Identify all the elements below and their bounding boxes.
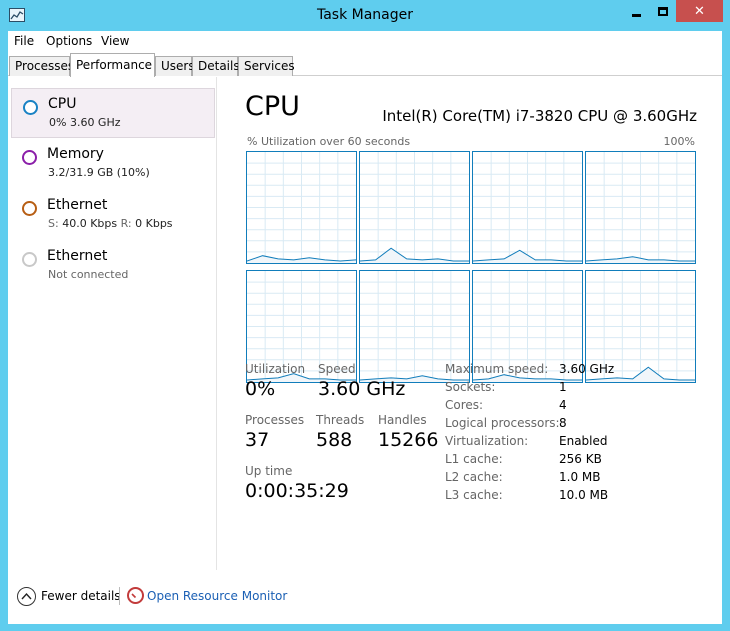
utilization-label: Utilization	[245, 362, 306, 376]
cpu-indicator-icon	[23, 100, 38, 115]
utilization-graph-max: 100%	[663, 135, 695, 148]
threads-value: 588	[316, 429, 353, 451]
tab-strip: Processes Performance Users Details Serv…	[8, 53, 722, 77]
close-button[interactable]: ✕	[676, 0, 723, 22]
speed-label: Speed	[318, 362, 356, 376]
tab-services[interactable]: Services	[238, 56, 295, 76]
spec-value-virtualization: Enabled	[559, 434, 608, 448]
spec-label-max-speed: Maximum speed:	[445, 362, 549, 376]
spec-label-cores: Cores:	[445, 398, 484, 412]
spec-value-sockets: 1	[559, 380, 567, 394]
threads-label: Threads	[316, 413, 365, 427]
sidebar-item-subtitle: 0% 3.60 GHz	[49, 116, 121, 129]
sidebar-item-title: CPU	[48, 96, 77, 112]
receive-label: R:	[120, 217, 132, 230]
send-label: S:	[48, 217, 59, 230]
receive-value: 0 Kbps	[135, 217, 173, 230]
minimize-icon	[631, 13, 641, 17]
spec-label-l1-cache: L1 cache:	[445, 452, 503, 466]
footer-bar: Fewer details Open Resource Monitor	[8, 570, 722, 624]
sidebar-item-title: Ethernet	[47, 197, 108, 213]
menu-bar: File Options View	[8, 31, 722, 53]
sidebar-item-ethernet-1[interactable]: Ethernet S: 40.0 Kbps R: 0 Kbps	[11, 190, 215, 240]
utilization-graph-label: % Utilization over 60 seconds	[247, 135, 411, 148]
minimize-button[interactable]	[623, 0, 649, 22]
footer-divider	[119, 587, 120, 605]
title-bar[interactable]: Task Manager ✕	[0, 0, 730, 31]
spec-value-max-speed: 3.60 GHz	[559, 362, 615, 376]
resource-monitor-icon[interactable]	[127, 587, 144, 604]
client-area: File Options View Processes Performance …	[8, 31, 722, 624]
maximize-button[interactable]	[649, 0, 676, 22]
spec-value-l1-cache: 256 KB	[559, 452, 602, 466]
speed-value: 3.60 GHz	[318, 378, 406, 400]
sidebar-item-subtitle: S: 40.0 Kbps R: 0 Kbps	[48, 217, 173, 230]
tab-performance[interactable]: Performance	[70, 53, 155, 77]
open-resource-monitor-link[interactable]: Open Resource Monitor	[147, 589, 287, 603]
menu-file[interactable]: File	[14, 34, 34, 48]
chevron-up-icon[interactable]	[17, 587, 36, 606]
spec-label-sockets: Sockets:	[445, 380, 496, 394]
sidebar-item-subtitle: 3.2/31.9 GB (10%)	[48, 166, 150, 179]
spec-value-l3-cache: 10.0 MB	[559, 488, 609, 502]
sidebar-item-title: Memory	[47, 146, 104, 162]
uptime-value: 0:00:35:29	[245, 480, 349, 502]
spec-value-l2-cache: 1.0 MB	[559, 470, 601, 484]
spec-label-virtualization: Virtualization:	[445, 434, 529, 448]
send-value: 40.0 Kbps	[62, 217, 118, 230]
memory-indicator-icon	[22, 150, 37, 165]
cpu-core-graph	[359, 151, 470, 264]
task-manager-window: Task Manager ✕ File Options View Process…	[0, 0, 730, 631]
handles-value: 15266	[378, 429, 439, 451]
spec-value-cores: 4	[559, 398, 567, 412]
maximize-icon	[657, 6, 668, 16]
spec-label-l3-cache: L3 cache:	[445, 488, 503, 502]
close-icon: ✕	[694, 3, 705, 19]
cpu-core-graph	[246, 151, 357, 264]
processes-value: 37	[245, 429, 270, 451]
sidebar-item-subtitle: Not connected	[48, 268, 129, 281]
fewer-details-button[interactable]: Fewer details	[41, 589, 121, 603]
spec-label-l2-cache: L2 cache:	[445, 470, 503, 484]
ethernet-indicator-icon	[22, 252, 37, 267]
uptime-label: Up time	[245, 464, 293, 478]
cpu-core-graph	[585, 151, 696, 264]
processes-label: Processes	[245, 413, 305, 427]
sidebar-item-title: Ethernet	[47, 248, 108, 264]
menu-view[interactable]: View	[101, 34, 129, 48]
sidebar-item-memory[interactable]: Memory 3.2/31.9 GB (10%)	[11, 139, 215, 189]
cpu-model-name: Intel(R) Core(TM) i7-3820 CPU @ 3.60GHz	[382, 107, 697, 125]
handles-label: Handles	[378, 413, 427, 427]
resource-sidebar: CPU 0% 3.60 GHz Memory 3.2/31.9 GB (10%)…	[8, 77, 217, 570]
page-title: CPU	[245, 91, 300, 122]
sidebar-item-cpu[interactable]: CPU 0% 3.60 GHz	[11, 88, 215, 138]
spec-value-logical-processors: 8	[559, 416, 567, 430]
cpu-core-graph	[472, 151, 583, 264]
tab-users[interactable]: Users	[155, 56, 195, 76]
performance-panel: CPU 0% 3.60 GHz Memory 3.2/31.9 GB (10%)…	[8, 77, 722, 570]
spec-label-logical-processors: Logical processors:	[445, 416, 560, 430]
window-title: Task Manager	[316, 7, 414, 23]
sidebar-item-ethernet-2[interactable]: Ethernet Not connected	[11, 241, 215, 291]
cpu-detail-panel: CPU Intel(R) Core(TM) i7-3820 CPU @ 3.60…	[218, 77, 722, 570]
utilization-value: 0%	[245, 378, 276, 400]
tab-details[interactable]: Details	[192, 56, 240, 76]
menu-options[interactable]: Options	[46, 34, 92, 48]
tab-processes[interactable]: Processes	[9, 56, 74, 76]
ethernet-indicator-icon	[22, 201, 37, 216]
